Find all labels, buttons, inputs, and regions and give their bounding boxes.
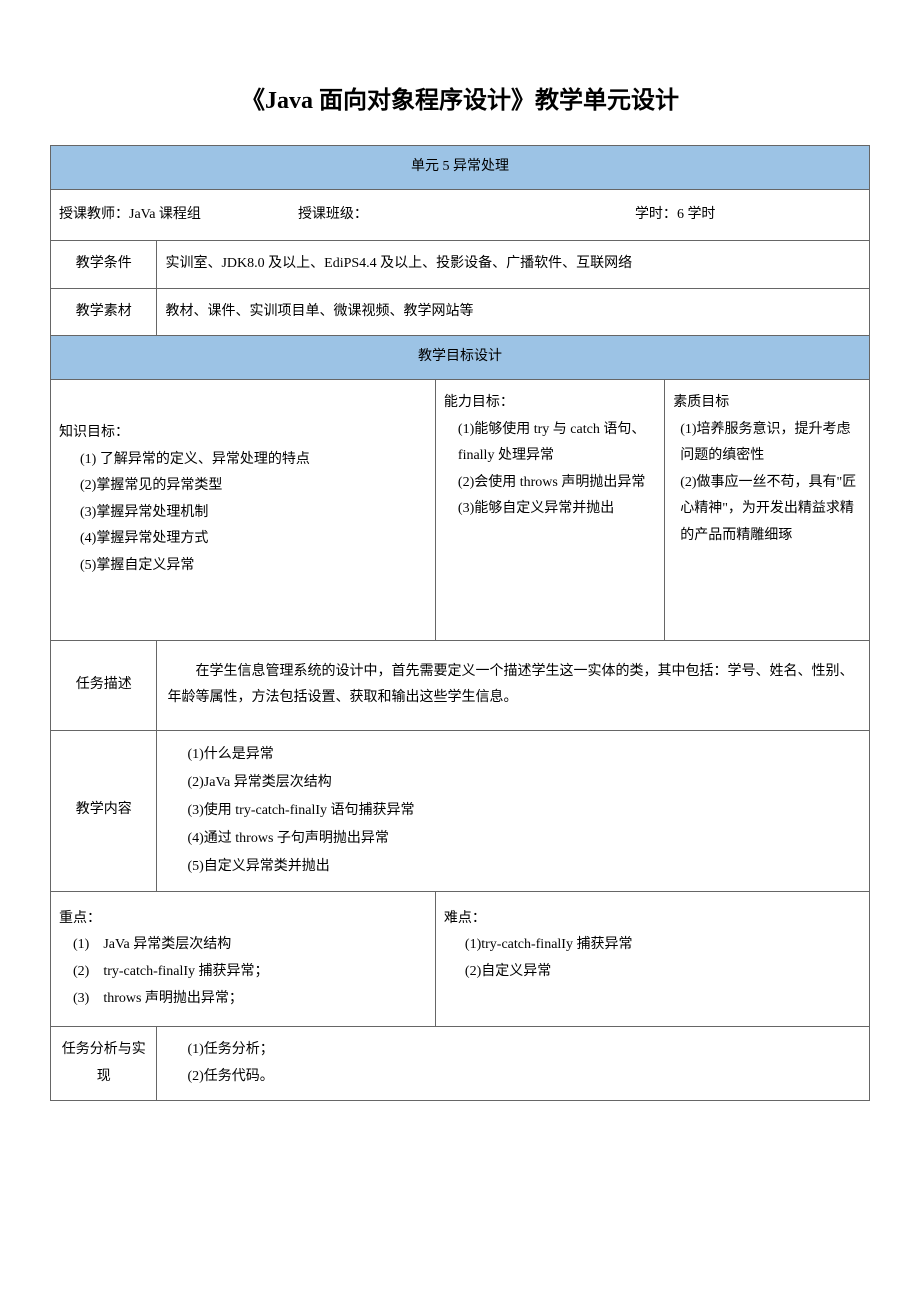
knowledge-goal-item: (4)掌握异常处理方式: [59, 526, 427, 553]
knowledge-goals-title: 知识目标：: [59, 420, 427, 447]
teach-content-item: (3)使用 try-catch-finalIy 语句捕获异常: [187, 797, 861, 825]
unit-header: 单元 5 异常处理: [51, 146, 870, 190]
hours-label: 学时：: [635, 207, 677, 222]
meta-row: 授课教师：JaVa 课程组 授课班级： 学时：6 学时: [51, 189, 870, 241]
difficulties-title: 难点：: [444, 906, 861, 933]
knowledge-goal-item: (3)掌握异常处理机制: [59, 500, 427, 527]
task-desc-value: 在学生信息管理系统的设计中，首先需要定义一个描述学生这一实体的类，其中包括：学号…: [157, 640, 870, 730]
teach-content-item: (4)通过 throws 子句声明抛出异常: [187, 825, 861, 853]
key-point-item: (2) try-catch-finalIy 捕获异常；: [59, 959, 427, 986]
goals-header: 教学目标设计: [51, 336, 870, 380]
page-title: 《Java 面向对象程序设计》教学单元设计: [50, 80, 870, 115]
task-analysis: (1)任务分析； (2)任务代码。: [157, 1027, 870, 1101]
ability-goal-item: (3)能够自定义异常并抛出: [444, 496, 656, 523]
teach-content: (1)什么是异常 (2)JaVa 异常类层次结构 (3)使用 try-catch…: [157, 730, 870, 891]
knowledge-goal-item: (1) 了解异常的定义、异常处理的特点: [59, 447, 427, 474]
knowledge-goals: 知识目标： (1) 了解异常的定义、异常处理的特点 (2)掌握常见的异常类型 (…: [51, 379, 436, 640]
teach-content-item: (1)什么是异常: [187, 741, 861, 769]
knowledge-goal-item: (2)掌握常见的异常类型: [59, 473, 427, 500]
quality-goal-item: (2)做事应一丝不苟，具有"匠心精神"，为开发出精益求精的产品而精雕细琢: [673, 470, 861, 550]
ability-goals-title: 能力目标：: [444, 390, 656, 417]
teach-content-item: (5)自定义异常类并抛出: [187, 853, 861, 881]
key-point-item: (1) JaVa 异常类层次结构: [59, 932, 427, 959]
task-desc-label: 任务描述: [51, 640, 157, 730]
ability-goal-item: (2)会使用 throws 声明抛出异常: [444, 470, 656, 497]
hours-value: 6 学时: [677, 207, 716, 222]
key-points: 重点： (1) JaVa 异常类层次结构 (2) try-catch-final…: [51, 891, 436, 1026]
task-analysis-label: 任务分析与实现: [51, 1027, 157, 1101]
key-points-title: 重点：: [59, 906, 427, 933]
task-analysis-item: (2)任务代码。: [187, 1064, 861, 1091]
teacher-value: JaVa 课程组: [129, 207, 201, 222]
quality-goals-title: 素质目标: [673, 390, 861, 417]
key-point-item: (3) throws 声明抛出异常；: [59, 986, 427, 1013]
class-label: 授课班级：: [298, 207, 368, 222]
ability-goals: 能力目标： (1)能够使用 try 与 catch 语句、finally 处理异…: [435, 379, 664, 640]
teacher-label: 授课教师：: [59, 207, 129, 222]
teach-content-label: 教学内容: [51, 730, 157, 891]
quality-goals: 素质目标 (1)培养服务意识，提升考虑问题的缜密性 (2)做事应一丝不苟，具有"…: [665, 379, 870, 640]
conditions-value: 实训室、JDK8.0 及以上、EdiPS4.4 及以上、投影设备、广播软件、互联…: [157, 241, 870, 289]
difficulty-item: (1)try-catch-finalIy 捕获异常: [444, 932, 861, 959]
materials-value: 教材、课件、实训项目单、微课视频、教学网站等: [157, 288, 870, 336]
teach-content-item: (2)JaVa 异常类层次结构: [187, 769, 861, 797]
materials-label: 教学素材: [51, 288, 157, 336]
conditions-label: 教学条件: [51, 241, 157, 289]
lesson-table: 单元 5 异常处理 授课教师：JaVa 课程组 授课班级： 学时：6 学时 教学…: [50, 145, 870, 1101]
quality-goal-item: (1)培养服务意识，提升考虑问题的缜密性: [673, 417, 861, 470]
knowledge-goal-item: (5)掌握自定义异常: [59, 553, 427, 580]
difficulties: 难点： (1)try-catch-finalIy 捕获异常 (2)自定义异常: [435, 891, 869, 1026]
difficulty-item: (2)自定义异常: [444, 959, 861, 986]
ability-goal-item: (1)能够使用 try 与 catch 语句、finally 处理异常: [444, 417, 656, 470]
task-analysis-item: (1)任务分析；: [187, 1037, 861, 1064]
